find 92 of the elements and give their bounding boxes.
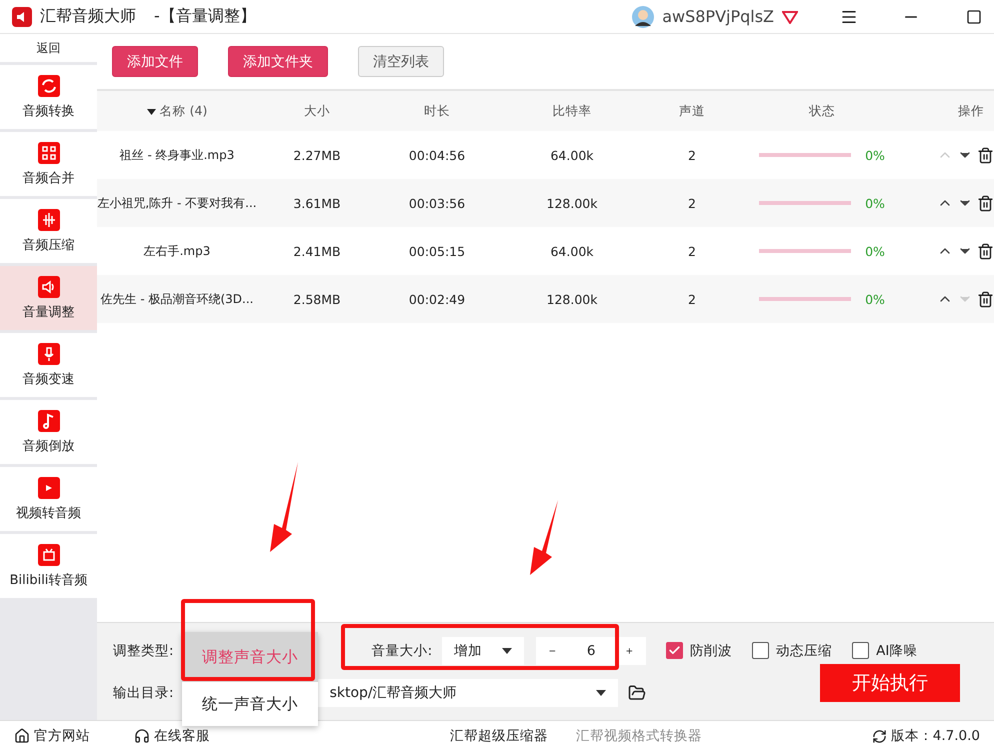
home-icon <box>14 728 30 744</box>
delete-icon[interactable] <box>977 146 994 164</box>
checkbox[interactable] <box>666 642 684 659</box>
toolbar-button[interactable]: 添加文件夹 <box>228 46 328 77</box>
back-button[interactable]: 返回 <box>0 34 97 62</box>
file-duration: 00:02:49 <box>408 292 466 306</box>
volume-icon <box>36 275 60 299</box>
volume-stepper[interactable]: 6 <box>536 636 646 664</box>
checkbox[interactable] <box>852 642 870 659</box>
delete-icon[interactable] <box>977 290 994 308</box>
file-bitrate: 64.00k <box>549 244 595 258</box>
sidebar-item[interactable]: 音频倒放 <box>0 400 97 464</box>
sidebar-item[interactable]: Bilibili转音频 <box>0 534 97 598</box>
delete-icon[interactable] <box>977 194 994 212</box>
type-label: 调整类型: <box>113 642 174 660</box>
vip-icon <box>782 10 798 24</box>
sort-icon <box>146 108 156 114</box>
volume-value: 6 <box>586 642 596 658</box>
toolbar-button[interactable]: 清空列表 <box>358 46 444 77</box>
sidebar-item[interactable]: 音频合并 <box>0 132 97 196</box>
file-size: 2.41MB <box>292 244 342 258</box>
sidebar-item[interactable]: 音频变速 <box>0 333 97 397</box>
support-link[interactable]: 在线客服 <box>154 727 210 745</box>
output-label: 输出目录: <box>113 684 174 702</box>
maximize-icon[interactable] <box>966 8 982 24</box>
checkbox[interactable] <box>752 642 770 659</box>
delete-icon[interactable] <box>977 242 994 260</box>
sidebar-item[interactable]: 视频转音频 <box>0 467 97 531</box>
file-channels: 2 <box>687 148 697 162</box>
support-icon <box>134 728 150 744</box>
column-header: 声道 <box>678 102 706 120</box>
dropdown-option[interactable]: 统一声音大小 <box>182 682 318 726</box>
column-header: 比特率 <box>552 102 592 120</box>
volume-label: 音量大小: <box>372 642 432 660</box>
product-link[interactable]: 汇帮超级压缩器 <box>450 727 548 745</box>
file-bitrate: 128.00k <box>546 196 598 210</box>
file-bitrate: 64.00k <box>549 148 595 162</box>
output-path-select[interactable]: sktop/汇帮音频大师 <box>318 678 618 706</box>
caret-icon <box>502 648 512 654</box>
file-bitrate: 128.00k <box>546 292 598 306</box>
checkbox-label: 动态压缩 <box>776 642 832 660</box>
mic-icon <box>36 342 60 366</box>
toolbar-button[interactable]: 添加文件 <box>112 46 198 77</box>
avatar-icon <box>632 6 654 28</box>
checkbox-label: AI降噪 <box>876 642 918 660</box>
file-name: 左右手.mp3 <box>142 242 212 260</box>
app-name: 汇帮音频大师 <box>40 6 136 27</box>
column-header: 大小 <box>303 102 331 120</box>
file-duration: 00:04:56 <box>408 148 466 162</box>
volume-mode-select[interactable]: 增加 <box>442 636 524 664</box>
sidebar-item[interactable]: 音量调整 <box>0 266 97 330</box>
file-size: 2.27MB <box>292 148 342 162</box>
product-link[interactable]: 汇帮视频格式转换器 <box>576 727 702 745</box>
note-icon <box>36 409 60 433</box>
progress-text: 0% <box>865 196 885 210</box>
version-text: 版本：4.7.0.0 <box>890 727 980 745</box>
file-name: 佐先生 - 极品潮音环绕(3D... <box>100 290 254 308</box>
film-icon <box>36 476 60 500</box>
merge-icon <box>36 141 60 165</box>
file-row[interactable]: 佐先生 - 极品潮音环绕(3D... 2.58MB 00:02:49 128.00k 2 0% <box>97 275 994 323</box>
convert-icon <box>36 74 60 98</box>
username[interactable]: awS8PVjPqlsZ <box>662 7 774 26</box>
sidebar-item[interactable]: 音频转换 <box>0 65 97 129</box>
column-header: 状态 <box>808 102 836 120</box>
file-channels: 2 <box>687 244 697 258</box>
file-row[interactable]: 左小祖咒,陈升 - 不要对我有... 3.61MB 00:03:56 128.00k 2 0% <box>97 179 994 227</box>
checkbox-label: 防削波 <box>690 642 732 660</box>
window-title: -【音量调整】 <box>154 6 256 27</box>
sidebar-item[interactable]: 音频压缩 <box>0 199 97 263</box>
check-icon <box>668 644 682 657</box>
file-channels: 2 <box>687 292 697 306</box>
file-name: 左小祖咒,陈升 - 不要对我有... <box>97 194 257 212</box>
column-header: 时长 <box>423 102 451 120</box>
website-link[interactable]: 官方网站 <box>34 727 90 745</box>
file-size: 2.58MB <box>292 292 342 306</box>
refresh-icon <box>872 728 887 744</box>
progress-text: 0% <box>865 292 885 306</box>
app-logo-icon <box>12 6 32 26</box>
caret-icon <box>596 690 606 696</box>
start-button[interactable]: 开始执行 <box>820 664 960 702</box>
progress-text: 0% <box>865 148 885 162</box>
tv-icon <box>36 543 60 567</box>
file-name: 祖丝 - 终身事业.mp3 <box>118 146 236 164</box>
column-header: 操作 <box>957 102 985 120</box>
file-channels: 2 <box>687 196 697 210</box>
file-duration: 00:03:56 <box>408 196 466 210</box>
file-size: 3.61MB <box>292 196 342 210</box>
file-duration: 00:05:15 <box>408 244 466 258</box>
compress-icon <box>36 208 60 232</box>
folder-icon[interactable] <box>628 684 646 702</box>
progress-text: 0% <box>865 244 885 258</box>
column-header[interactable]: 名称 (4) <box>97 102 257 120</box>
